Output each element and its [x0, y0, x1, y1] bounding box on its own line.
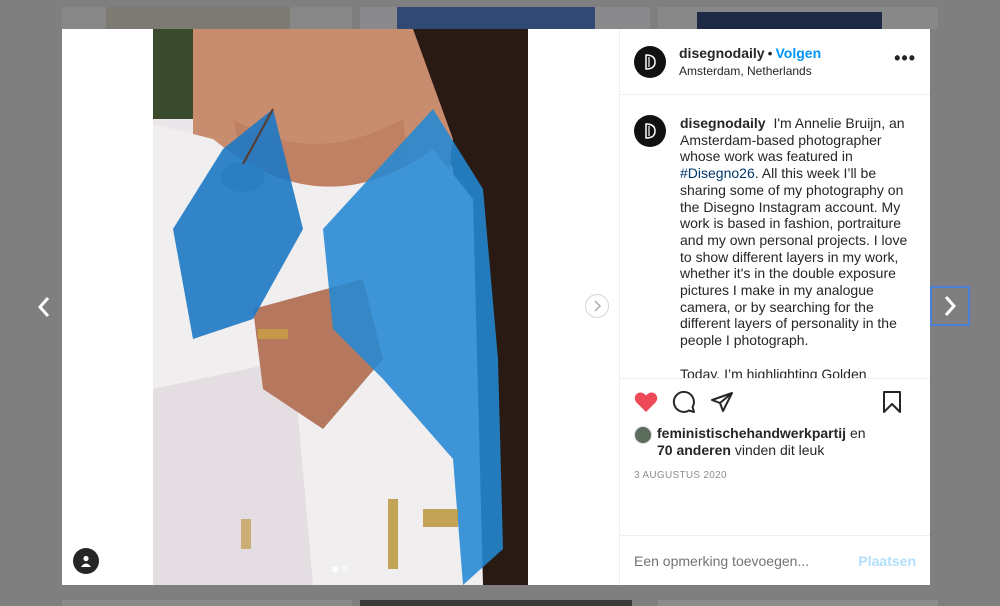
likes-summary: feministischehandwerkpartij en 70 andere…: [634, 425, 916, 459]
user-tag-button[interactable]: [73, 548, 99, 574]
post-modal: disegnodaily • Volgen Amsterdam, Netherlan…: [62, 29, 930, 585]
background-tile: [697, 12, 882, 29]
caption-paragraph-2: Today, I’m highlighting Golden Joinery, …: [680, 365, 867, 378]
comment-button[interactable]: [672, 390, 696, 414]
background-tile: [62, 600, 352, 606]
heart-icon: [634, 392, 658, 412]
post-photo[interactable]: [153, 29, 528, 585]
post-media: [62, 29, 619, 585]
disegno-logo-icon: [645, 123, 656, 139]
share-button[interactable]: [710, 390, 734, 414]
post-comment-button[interactable]: Plaatsen: [858, 553, 916, 569]
paper-plane-icon: [711, 392, 733, 412]
previous-post-button[interactable]: [24, 287, 64, 327]
save-button[interactable]: [882, 390, 902, 414]
post-username[interactable]: disegnodaily: [679, 45, 765, 61]
chevron-right-icon: [944, 296, 957, 316]
bookmark-icon: [883, 391, 901, 413]
comments-area[interactable]: disegnodaily I'm Annelie Bruijn, an Amst…: [620, 95, 930, 378]
background-tile: [360, 600, 632, 606]
background-tile: [658, 600, 938, 606]
avatar[interactable]: [634, 45, 666, 78]
comment-input[interactable]: [634, 552, 859, 569]
post-photo-illustration: [153, 29, 528, 585]
background-tile: [106, 7, 290, 29]
follow-button[interactable]: Volgen: [775, 45, 821, 61]
chevron-left-icon: [37, 297, 50, 317]
separator-dot: •: [767, 45, 773, 61]
comment-icon: [672, 390, 695, 413]
post-location[interactable]: Amsterdam, Netherlands: [679, 63, 821, 79]
caption-username[interactable]: disegnodaily: [680, 115, 766, 131]
post-caption: disegnodaily I'm Annelie Bruijn, an Amst…: [680, 115, 908, 378]
hashtag-link[interactable]: #Disegno26: [680, 165, 755, 181]
carousel-dots: [332, 566, 348, 572]
disegno-logo-icon: [645, 53, 656, 70]
caption-text-continued: . All this week I’ll be sharing some of …: [680, 165, 908, 349]
background-tile: [397, 7, 595, 29]
carousel-dot: [342, 566, 348, 572]
carousel-dot-active: [332, 566, 338, 572]
next-post-button[interactable]: [930, 286, 970, 326]
liker-username[interactable]: feministischehandwerkpartij: [657, 425, 846, 441]
add-comment-bar: Plaatsen: [620, 535, 930, 585]
more-options-icon[interactable]: •••: [894, 49, 916, 67]
post-date[interactable]: 3 AUGUSTUS 2020: [634, 470, 916, 481]
like-button[interactable]: [634, 391, 658, 413]
caption-avatar[interactable]: [634, 115, 666, 147]
post-actions: feministischehandwerkpartij en 70 andere…: [620, 378, 930, 535]
likes-suffix: vinden dit leuk: [734, 442, 825, 458]
others-link[interactable]: 70 anderen: [657, 442, 731, 458]
post-header: disegnodaily • Volgen Amsterdam, Netherlan…: [620, 29, 930, 95]
user-tag-icon: [81, 555, 91, 567]
liker-avatar[interactable]: [634, 426, 652, 444]
post-sidebar: disegnodaily • Volgen Amsterdam, Netherlan…: [619, 29, 930, 585]
chevron-right-icon: [594, 300, 602, 312]
carousel-next-button[interactable]: [585, 294, 609, 318]
likes-conjunction: en: [849, 425, 866, 441]
